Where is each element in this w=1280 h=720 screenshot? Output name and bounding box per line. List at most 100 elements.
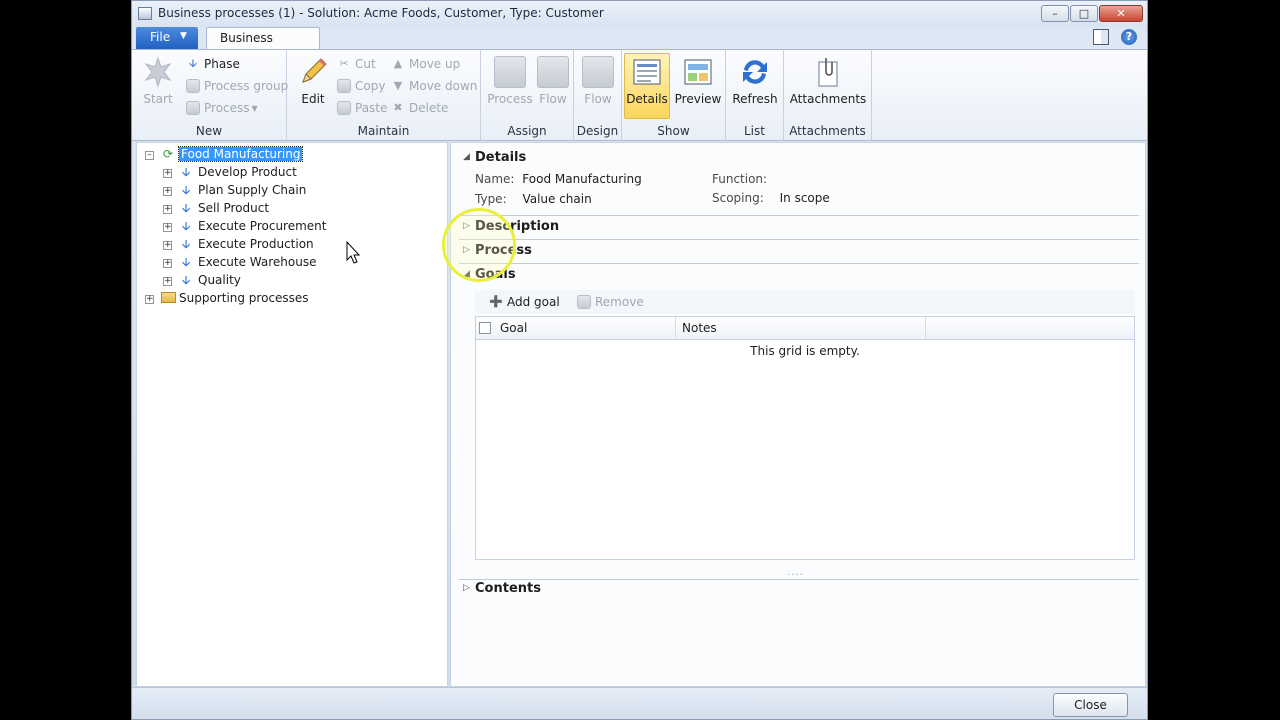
tab-business-process[interactable]: Business process <box>206 27 320 59</box>
group-label-list: List <box>744 124 765 138</box>
phase-button[interactable]: 🡫 Phase <box>186 54 240 74</box>
window-controls: – □ ✕ <box>1041 5 1143 22</box>
help-icons: ? <box>1093 29 1137 45</box>
tree-item-label: Execute Production <box>198 237 314 251</box>
tree-item-execute-warehouse[interactable]: + 🡫 Execute Warehouse <box>161 254 441 272</box>
collapse-icon[interactable]: – <box>145 151 154 160</box>
goal-column-header[interactable]: Goal <box>476 317 676 339</box>
process-dropdown-button[interactable]: Process ▼ <box>186 98 258 118</box>
design-flow-button[interactable]: Flow <box>580 54 616 106</box>
paste-icon <box>337 101 351 115</box>
add-goal-button[interactable]: ➕ Add goal <box>489 292 560 312</box>
copy-button[interactable]: Copy <box>337 76 385 96</box>
process-group-label: Process group <box>204 79 289 93</box>
select-all-checkbox[interactable] <box>479 322 491 334</box>
tree-item-develop-product[interactable]: + 🡫 Develop Product <box>161 164 441 182</box>
name-label: Name: <box>475 172 515 186</box>
close-icon: ✕ <box>1116 7 1126 20</box>
arrow-down-icon: 🡫 <box>189 57 197 70</box>
close-window-button[interactable]: ✕ <box>1099 5 1143 22</box>
close-button[interactable]: Close <box>1053 693 1128 717</box>
scoping-value: In scope <box>779 191 830 205</box>
assign-process-button[interactable]: Process <box>487 54 533 106</box>
arrow-down-icon: ▼ <box>393 79 403 92</box>
details-button[interactable]: Details <box>624 53 670 119</box>
tree-item-supporting-processes[interactable]: + Supporting processes <box>143 290 443 308</box>
expand-icon[interactable]: + <box>163 259 172 268</box>
group-label-show: Show <box>657 124 690 138</box>
start-button[interactable]: Start <box>140 54 176 106</box>
tree-item-plan-supply-chain[interactable]: + 🡫 Plan Supply Chain <box>161 182 441 200</box>
arrow-down-icon: 🡫 <box>181 255 191 269</box>
expand-icon[interactable]: + <box>145 295 154 304</box>
arrow-down-icon: 🡫 <box>181 273 191 287</box>
contents-section-title: Contents <box>475 581 541 596</box>
arrow-down-icon: 🡫 <box>181 165 191 179</box>
field-type: Type: Value chain <box>475 192 592 206</box>
assign-flow-label: Flow <box>539 92 567 106</box>
add-icon: ➕ <box>489 295 503 308</box>
chevron-down-icon: ▼ <box>251 103 258 113</box>
notes-column-header[interactable]: Notes <box>676 317 926 339</box>
ribbon-group-design: Flow Design <box>574 50 622 141</box>
tree-item-label: Develop Product <box>198 165 297 179</box>
expand-icon[interactable]: + <box>163 205 172 214</box>
maximize-button[interactable]: □ <box>1070 5 1098 22</box>
tree-item-quality[interactable]: + 🡫 Quality <box>161 272 441 290</box>
cut-label: Cut <box>355 57 376 71</box>
business-processes-window: Business processes (1) - Solution: Acme … <box>131 0 1148 720</box>
notes-column-label: Notes <box>682 321 717 335</box>
process-icon <box>186 101 200 115</box>
resize-grip[interactable]: .... <box>787 567 804 578</box>
remove-goal-button[interactable]: Remove <box>577 292 644 312</box>
delete-icon: ✖ <box>393 101 403 114</box>
preview-button[interactable]: Preview <box>674 54 722 106</box>
delete-button[interactable]: ✖ Delete <box>391 98 448 118</box>
move-up-button[interactable]: ▲ Move up <box>391 54 460 74</box>
assign-process-icon <box>494 56 526 88</box>
cursor-highlight <box>442 208 516 282</box>
file-tab[interactable]: File ▼ <box>136 27 198 49</box>
help-icon[interactable]: ? <box>1121 29 1137 45</box>
design-flow-icon <box>582 56 614 88</box>
tree-item-sell-product[interactable]: + 🡫 Sell Product <box>161 200 441 218</box>
scoping-label: Scoping: <box>712 191 764 205</box>
attachments-button[interactable]: Attachments <box>788 54 868 106</box>
ribbon: Start 🡫 Phase Process group Process ▼ Ne… <box>132 49 1147 141</box>
tree-item-label: Sell Product <box>198 201 270 215</box>
section-divider <box>459 239 1139 240</box>
file-tab-label: File <box>150 30 171 44</box>
cut-button[interactable]: ✂ Cut <box>337 54 376 74</box>
ribbon-group-new: Start 🡫 Phase Process group Process ▼ Ne… <box>132 50 288 141</box>
layout-toggle-icon[interactable] <box>1093 29 1109 45</box>
edit-button[interactable]: Edit <box>295 54 331 106</box>
move-down-button[interactable]: ▼ Move down <box>391 76 478 96</box>
phase-label: Phase <box>204 57 240 71</box>
tree-item-execute-production[interactable]: + 🡫 Execute Production <box>161 236 441 254</box>
expand-icon[interactable]: + <box>163 241 172 250</box>
start-label: Start <box>143 92 173 106</box>
expand-icon[interactable]: + <box>163 187 172 196</box>
title-bar: Business processes (1) - Solution: Acme … <box>132 1 1147 27</box>
expand-icon[interactable]: + <box>163 277 172 286</box>
ribbon-group-assign: Process Flow Assign <box>481 50 574 141</box>
refresh-label: Refresh <box>732 92 778 106</box>
function-label: Function: <box>712 172 768 186</box>
start-icon <box>142 56 174 88</box>
edit-label: Edit <box>301 92 325 106</box>
refresh-button[interactable]: Refresh <box>731 54 779 106</box>
tree-root-node[interactable]: – ⟳ Food Manufacturing <box>143 146 443 164</box>
process-group-button[interactable]: Process group <box>186 76 288 96</box>
expand-icon[interactable]: + <box>163 169 172 178</box>
expand-icon[interactable]: + <box>163 223 172 232</box>
tree-item-label: Plan Supply Chain <box>198 183 307 197</box>
goals-grid-toolbar: ➕ Add goal Remove <box>475 290 1135 314</box>
tree-item-execute-procurement[interactable]: + 🡫 Execute Procurement <box>161 218 441 236</box>
paste-button[interactable]: Paste <box>337 98 387 118</box>
ribbon-group-show: Details Preview Show <box>622 50 726 141</box>
collapse-triangle-icon: ◢ <box>463 152 470 162</box>
minimize-button[interactable]: – <box>1041 5 1069 22</box>
process-label: Process <box>204 101 250 115</box>
refresh-icon <box>739 56 771 88</box>
assign-flow-button[interactable]: Flow <box>535 54 571 106</box>
